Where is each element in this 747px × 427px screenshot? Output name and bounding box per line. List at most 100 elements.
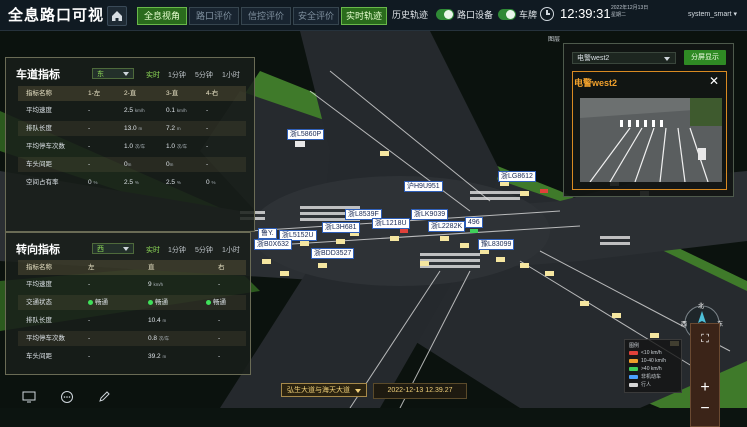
row-label: 空间占有率 [26, 179, 59, 186]
range-1min[interactable]: 1分钟 [168, 245, 186, 255]
plate-tag[interactable]: 鲁Y. [258, 228, 277, 239]
unit: % [134, 180, 139, 185]
legend-item: 行人 [629, 382, 651, 389]
cell-value: - [88, 353, 91, 360]
device-toggle[interactable] [436, 9, 454, 20]
range-realtime[interactable]: 实时 [146, 245, 160, 255]
table-row: 空间占有率 0 % 2.5 % 2.5 % 0 % [18, 175, 246, 190]
column-header: 直 [148, 264, 155, 271]
column-header: 指标名称 [26, 264, 52, 271]
unit: % [211, 180, 216, 185]
range-realtime[interactable]: 实时 [146, 70, 160, 80]
panel-title: 转向指标 [16, 244, 60, 256]
fullscreen-icon[interactable]: ⛶ [696, 330, 714, 348]
tab-safety-eval[interactable]: 安全评价 [293, 7, 339, 25]
tab-intersection-eval[interactable]: 路口评价 [189, 7, 239, 25]
cell-value: 0m [166, 157, 173, 172]
more-icon[interactable] [60, 391, 74, 403]
plate-tag[interactable]: 浙L3H681 [322, 222, 360, 233]
camera-title: 电警west2 [574, 78, 618, 88]
legend: 图例 <10 km/h 10-40 km/h >40 km/h 非机动车 行人 [624, 339, 682, 393]
top-bar: 全息路口可视 全息视角 路口评价 信控评价 安全评价 实时轨迹 历史轨迹 路口设… [0, 0, 747, 31]
intersection-3d-view[interactable]: 浙L5860P 沪H9U951 浙LG8612 浙L8539F 浙LK9039 … [0, 31, 747, 427]
plate-toggle[interactable] [498, 9, 516, 20]
range-5min[interactable]: 5分钟 [195, 245, 213, 255]
row-label: 排队长度 [26, 125, 52, 132]
cell-value: - [88, 335, 91, 342]
direction-select[interactable]: 西 [92, 243, 134, 254]
cell-value: - [88, 143, 91, 150]
direction-value: 东 [97, 71, 104, 78]
tab-holographic-view[interactable]: 全息视角 [137, 7, 187, 25]
close-icon[interactable]: ✕ [709, 75, 719, 87]
cell-value: - [88, 107, 91, 114]
cell-value: 0m [124, 157, 131, 172]
legend-label: 行人 [641, 382, 652, 388]
value: 10.4 [148, 317, 161, 324]
plate-tag[interactable]: 浙LG8612 [498, 171, 536, 182]
plate-tag[interactable]: 浙BDD3527 [311, 248, 355, 259]
compass-west: 西 [681, 322, 688, 328]
split-screen-button[interactable]: 分屏显示 [684, 50, 726, 65]
legend-item: >40 km/h [629, 366, 662, 373]
cell-value: 0.8 次/车 [148, 331, 169, 346]
range-1min[interactable]: 1分钟 [168, 70, 186, 80]
cell-value: - [218, 281, 221, 288]
range-1hour[interactable]: 1小时 [222, 245, 240, 255]
zoom-in-button[interactable]: + [696, 379, 714, 397]
value: 1.0 [124, 143, 134, 150]
range-1hour[interactable]: 1小时 [222, 70, 240, 80]
user-menu[interactable]: system_smart ▾ [688, 10, 737, 18]
camera-select[interactable]: 电警west2 [572, 52, 676, 64]
device-toggle-label: 路口设备 [457, 10, 494, 20]
value: 0.8 [148, 335, 158, 342]
road-select[interactable]: 弘生大道与海天大道 [281, 383, 367, 397]
table-row: 平均停车次数 - 1.0 次/车 1.0 次/车 - [18, 139, 246, 154]
chevron-down-icon [355, 389, 361, 393]
status-badge: 畅通 [206, 295, 226, 310]
plate-tag[interactable]: 浙L1218U [372, 218, 410, 229]
direction-select[interactable]: 东 [92, 68, 134, 79]
cell-value: - [206, 125, 209, 132]
cell-value: 7.2 m [166, 121, 181, 136]
monitor-icon[interactable] [22, 391, 36, 403]
cell-value: - [218, 335, 221, 342]
row-label: 排队长度 [26, 317, 52, 324]
status-badge: 畅通 [148, 295, 168, 310]
cell-value: 0 % [206, 175, 215, 190]
app-title: 全息路口可视 [8, 7, 105, 24]
tab-realtime-track[interactable]: 实时轨迹 [341, 7, 387, 25]
cell-value: - [206, 161, 209, 168]
camera-feed-image [580, 98, 722, 183]
plate-tag[interactable]: 浙LK9039 [411, 209, 449, 220]
plate-tag[interactable]: 豫L83099 [478, 239, 515, 250]
cell-value: - [88, 317, 91, 324]
table-row: 排队长度 - 13.0 m 7.2 m - [18, 121, 246, 136]
camera-select-value: 电警west2 [577, 55, 610, 62]
plate-tag[interactable]: 浙L2282K [428, 221, 466, 232]
zoom-out-button[interactable]: − [696, 400, 714, 418]
direction-value: 西 [97, 246, 104, 253]
plate-tag[interactable]: 浙L5860P [287, 129, 325, 140]
value: 2.5 [166, 179, 176, 186]
legend-item: 非机动车 [629, 374, 661, 381]
cell-value: 1.0 次/车 [166, 139, 187, 154]
tab-signal-eval[interactable]: 信控评价 [241, 7, 291, 25]
unit: 次/车 [176, 144, 188, 149]
tab-history-track[interactable]: 历史轨迹 [389, 7, 431, 23]
column-header: 3-直 [166, 90, 179, 97]
plate-tag[interactable]: 沪H9U951 [404, 181, 443, 192]
cell-value: - [88, 125, 91, 132]
table-row: 排队长度 - 10.4 m - [18, 313, 246, 328]
cell-value: - [218, 317, 221, 324]
unit: m [176, 126, 181, 131]
value: 0 [88, 179, 92, 186]
plate-tag[interactable]: 浙B0X632 [254, 239, 292, 250]
range-5min[interactable]: 5分钟 [195, 70, 213, 80]
plate-tag[interactable]: 496 [465, 217, 483, 228]
cell-value: - [218, 353, 221, 360]
edit-icon[interactable] [98, 391, 112, 403]
row-label: 交通状态 [26, 299, 52, 306]
cell-value: - [88, 161, 91, 168]
home-button[interactable] [107, 6, 127, 26]
